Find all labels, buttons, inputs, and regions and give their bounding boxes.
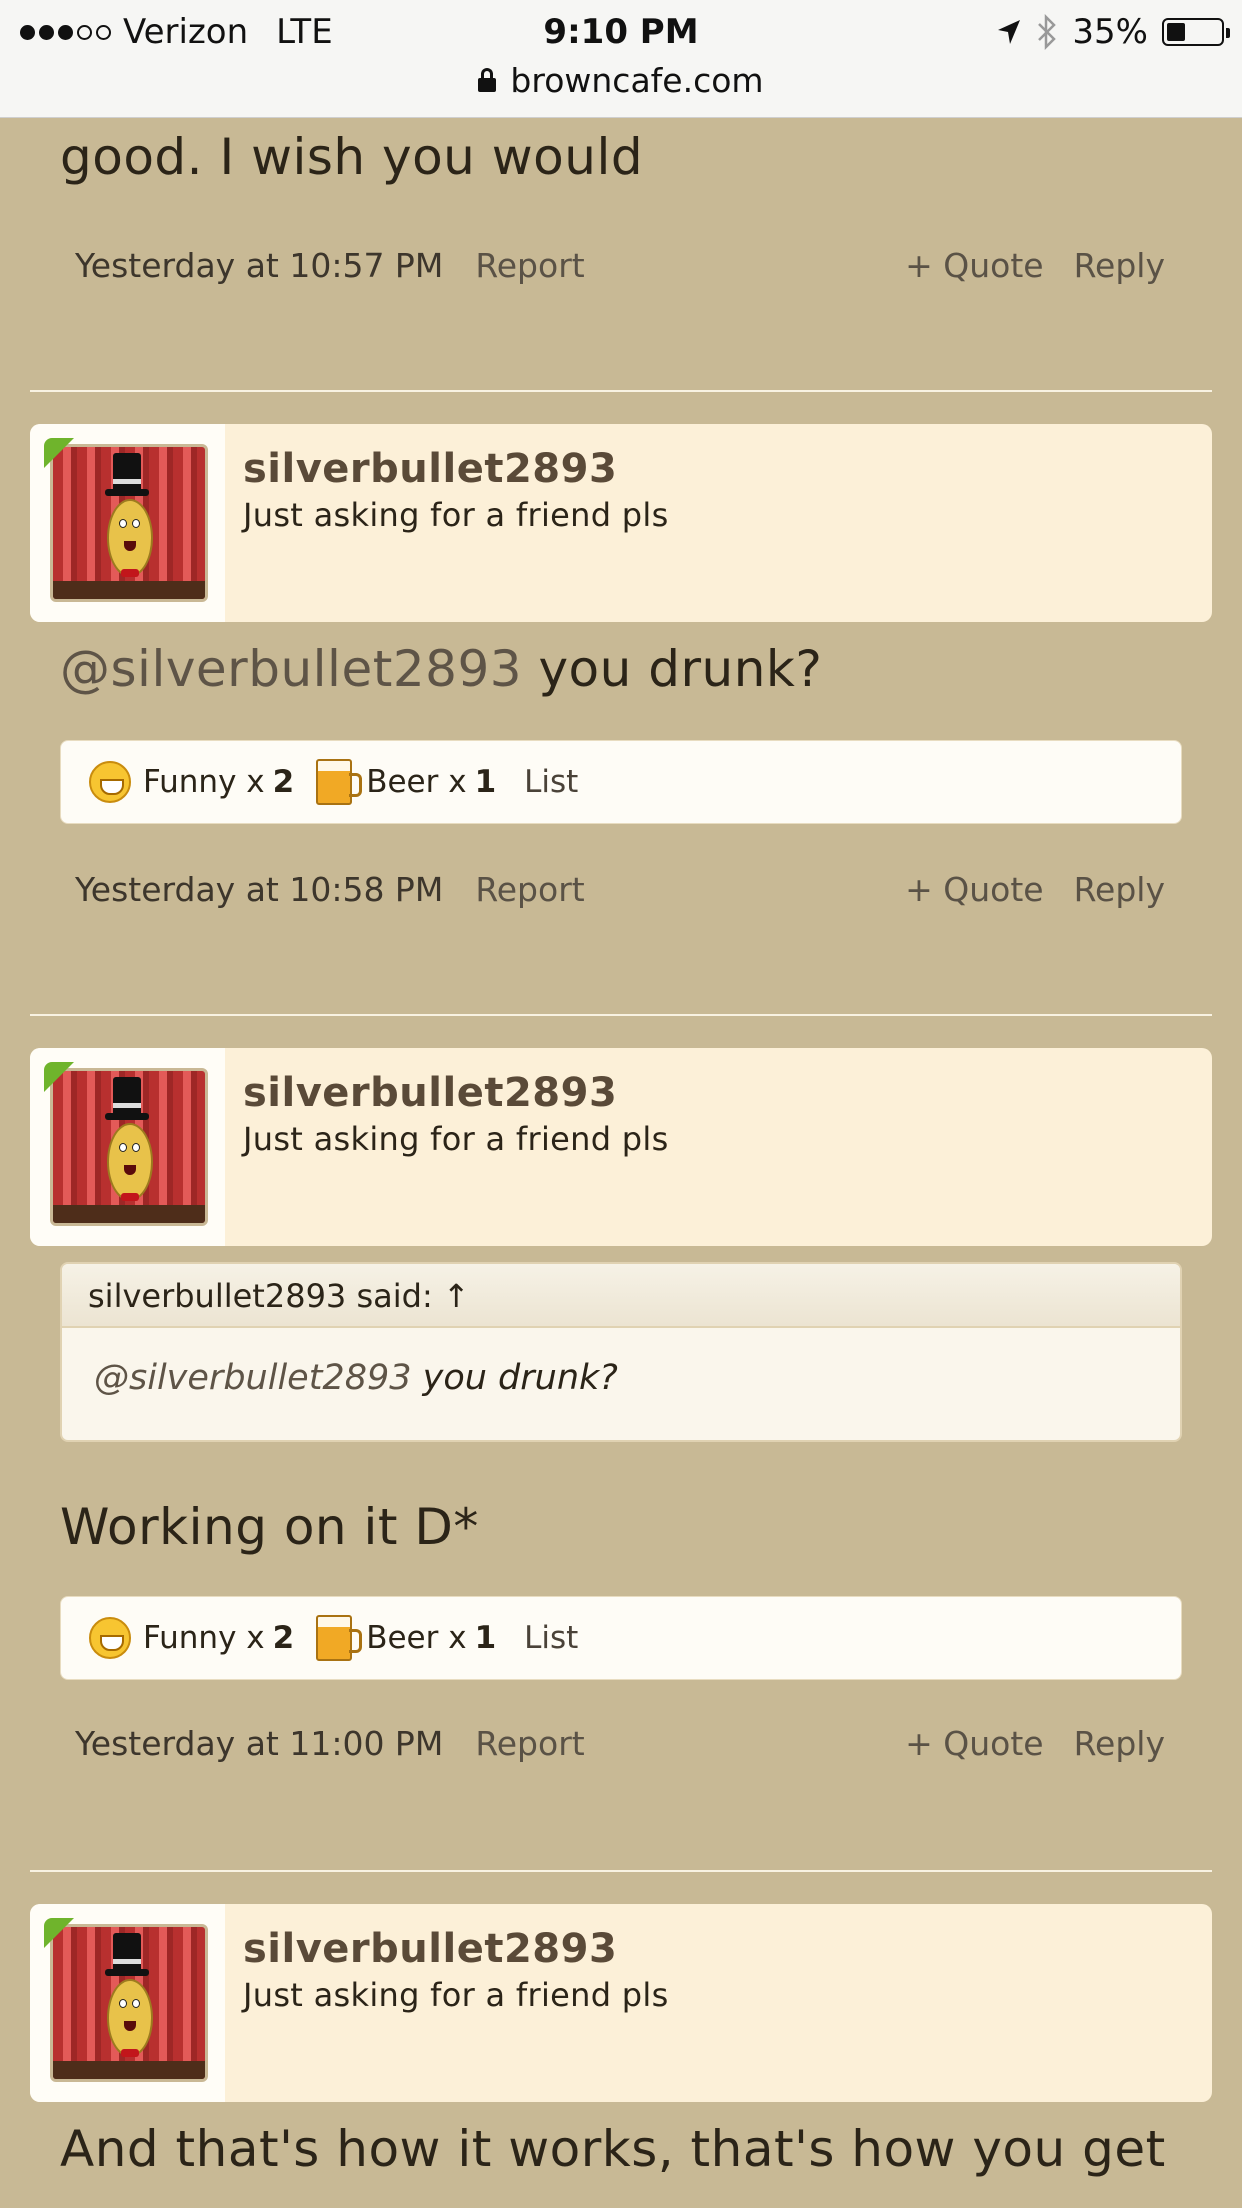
lock-icon xyxy=(478,68,497,92)
quoted-message: silverbullet2893 said: ↑ @silverbullet28… xyxy=(60,1262,1182,1442)
funny-smiley-icon xyxy=(89,761,131,803)
post-divider xyxy=(30,390,1212,392)
username[interactable]: silverbullet2893 xyxy=(243,446,617,492)
message-text: you drunk? xyxy=(522,640,823,698)
bluetooth-icon xyxy=(1038,14,1057,50)
battery-icon xyxy=(1162,18,1230,46)
report-link[interactable]: Report xyxy=(475,1724,584,1763)
reactions-bar: Funny x2 Beer x1 List xyxy=(60,740,1182,824)
beer-reaction[interactable]: Beer x1 xyxy=(316,1615,496,1661)
battery-percent: 35% xyxy=(1072,12,1148,52)
post-message: good. I wish you would xyxy=(60,128,644,186)
quote-header[interactable]: silverbullet2893 said: ↑ xyxy=(62,1264,1180,1328)
beer-reaction[interactable]: Beer x1 xyxy=(316,759,496,805)
post-message: And that's how it works, that's how you … xyxy=(60,2120,1166,2178)
reply-link[interactable]: Reply xyxy=(1074,870,1165,909)
post-divider xyxy=(30,1870,1212,1872)
quote-link[interactable]: + Quote xyxy=(905,870,1043,909)
reply-link[interactable]: Reply xyxy=(1074,246,1165,285)
avatar-container xyxy=(30,1048,225,1246)
page-url: browncafe.com xyxy=(510,60,764,100)
avatar-container xyxy=(30,1904,225,2102)
user-title: Just asking for a friend pls xyxy=(243,496,669,534)
post-meta: Yesterday at 10:57 PM Report + Quote Rep… xyxy=(75,240,1165,290)
reactions-list-link[interactable]: List xyxy=(524,1620,578,1656)
online-indicator-icon xyxy=(44,1918,74,1948)
ios-status-bar: Verizon LTE 9:10 PM 35% browncafe.com xyxy=(0,0,1242,118)
funny-smiley-icon xyxy=(89,1617,131,1659)
reactions-bar: Funny x2 Beer x1 List xyxy=(60,1596,1182,1680)
user-mention-link[interactable]: @silverbullet2893 xyxy=(94,1358,412,1398)
quote-link[interactable]: + Quote xyxy=(905,246,1043,285)
user-title: Just asking for a friend pls xyxy=(243,1120,669,1158)
location-arrow-icon xyxy=(998,20,1021,44)
report-link[interactable]: Report xyxy=(475,870,584,909)
funny-reaction[interactable]: Funny x2 xyxy=(89,1617,294,1659)
beer-mug-icon xyxy=(316,1615,363,1661)
user-card: silverbullet2893 Just asking for a frien… xyxy=(30,424,1212,622)
quote-link[interactable]: + Quote xyxy=(905,1724,1043,1763)
avatar-container xyxy=(30,424,225,622)
post-message: @silverbullet2893 you drunk? xyxy=(60,640,822,698)
username[interactable]: silverbullet2893 xyxy=(243,1926,617,1972)
report-link[interactable]: Report xyxy=(475,246,584,285)
beer-mug-icon xyxy=(316,759,363,805)
online-indicator-icon xyxy=(44,438,74,468)
post-message: Working on it D* xyxy=(60,1498,479,1556)
user-card: silverbullet2893 Just asking for a frien… xyxy=(30,1904,1212,2102)
address-bar[interactable]: browncafe.com xyxy=(0,58,1242,102)
user-card: silverbullet2893 Just asking for a frien… xyxy=(30,1048,1212,1246)
post-meta: Yesterday at 11:00 PM Report + Quote Rep… xyxy=(75,1718,1165,1768)
post-divider xyxy=(30,1014,1212,1016)
reply-link[interactable]: Reply xyxy=(1074,1724,1165,1763)
quote-body: @silverbullet2893 you drunk? xyxy=(94,1358,618,1398)
user-title: Just asking for a friend pls xyxy=(243,1976,669,2014)
reactions-list-link[interactable]: List xyxy=(524,764,578,800)
funny-reaction[interactable]: Funny x2 xyxy=(89,761,294,803)
post-timestamp[interactable]: Yesterday at 11:00 PM xyxy=(75,1724,443,1763)
post-timestamp[interactable]: Yesterday at 10:58 PM xyxy=(75,870,443,909)
post-timestamp[interactable]: Yesterday at 10:57 PM xyxy=(75,246,443,285)
online-indicator-icon xyxy=(44,1062,74,1092)
username[interactable]: silverbullet2893 xyxy=(243,1070,617,1116)
user-mention-link[interactable]: @silverbullet2893 xyxy=(60,640,522,698)
post-meta: Yesterday at 10:58 PM Report + Quote Rep… xyxy=(75,864,1165,914)
